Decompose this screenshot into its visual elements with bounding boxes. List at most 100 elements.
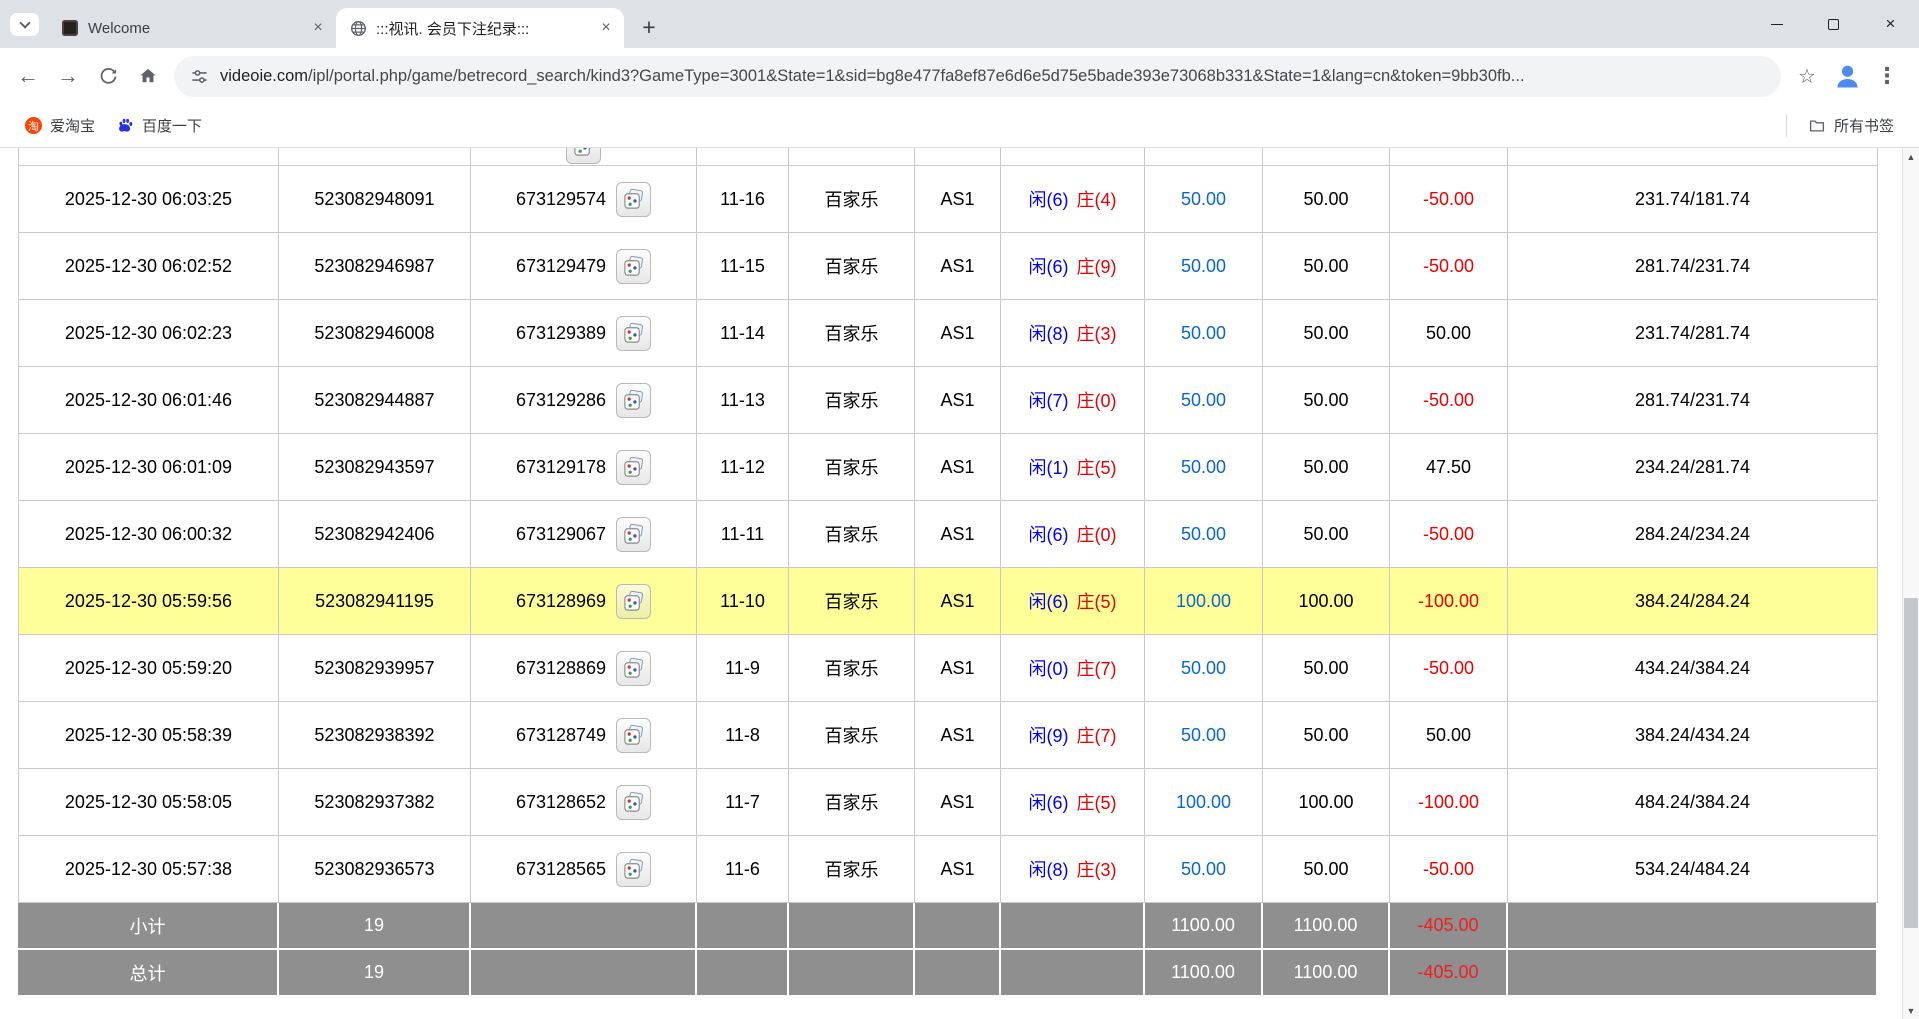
table-cell <box>789 148 915 165</box>
game-number: 673128969 <box>516 591 606 612</box>
site-settings-icon[interactable] <box>190 67 209 86</box>
dice-icon <box>622 456 645 479</box>
round-number: 11-15 <box>697 233 789 299</box>
balance: 534.24/484.24 <box>1508 836 1878 902</box>
bookmark-label: 爱淘宝 <box>50 115 95 136</box>
game-number: 673128565 <box>516 859 606 880</box>
game-number: 673128652 <box>516 792 606 813</box>
round-number: 11-8 <box>697 702 789 768</box>
summary-count: 19 <box>279 903 471 948</box>
game-name: 百家乐 <box>789 635 915 701</box>
game-detail-dice-button[interactable] <box>616 450 651 485</box>
game-detail-dice-button[interactable] <box>616 383 651 418</box>
balance: 231.74/181.74 <box>1508 166 1878 232</box>
game-detail-dice-button[interactable] <box>616 182 651 217</box>
all-bookmarks-button[interactable]: 所有书签 <box>1797 110 1905 141</box>
maximize-button[interactable] <box>1805 0 1862 48</box>
game-detail-dice-button[interactable] <box>616 852 651 887</box>
address-bar[interactable]: videoie.com/ipl/portal.php/game/betrecor… <box>174 56 1781 97</box>
balance: 434.24/384.24 <box>1508 635 1878 701</box>
round-number: 11-9 <box>697 635 789 701</box>
profile-avatar[interactable] <box>1827 56 1867 96</box>
game-name: 百家乐 <box>789 702 915 768</box>
game-number-cell <box>471 148 697 165</box>
bet-record-row: 2025-12-30 05:57:38523082936573673128565… <box>18 836 1878 903</box>
tab-betrecord[interactable]: :::视讯. 会员下注纪录::: × <box>336 8 624 48</box>
game-detail-dice-button[interactable] <box>616 316 651 351</box>
table-cell <box>1001 148 1145 165</box>
balance: 484.24/384.24 <box>1508 769 1878 835</box>
vertical-scrollbar[interactable]: ▲ ▼ <box>1902 148 1919 1019</box>
bet-time: 2025-12-30 05:58:05 <box>18 769 279 835</box>
game-detail-dice-button[interactable] <box>616 651 651 686</box>
menu-icon[interactable]: ⋮ <box>1867 56 1907 96</box>
dice-icon <box>622 255 645 278</box>
table-name: AS1 <box>915 702 1001 768</box>
game-result: 闲(7)庄(0) <box>1001 367 1145 433</box>
banker-result: 庄(3) <box>1077 856 1117 882</box>
order-number: 523082941195 <box>279 568 471 634</box>
back-button[interactable]: ← <box>8 56 48 96</box>
close-tab-icon[interactable]: × <box>596 18 616 38</box>
balance: 384.24/284.24 <box>1508 568 1878 634</box>
bet-amount: 50.00 <box>1145 367 1263 433</box>
game-number-cell: 673128565 <box>471 836 697 902</box>
close-window-button[interactable]: × <box>1862 0 1919 48</box>
bet-time: 2025-12-30 05:59:56 <box>18 568 279 634</box>
order-number: 523082944887 <box>279 367 471 433</box>
table-name: AS1 <box>915 434 1001 500</box>
game-name: 百家乐 <box>789 568 915 634</box>
game-detail-dice-button[interactable] <box>616 249 651 284</box>
window-controls: × <box>1748 0 1919 48</box>
table-cell <box>1508 148 1878 165</box>
game-number-cell: 673128969 <box>471 568 697 634</box>
new-tab-button[interactable]: + <box>634 12 664 42</box>
close-tab-icon[interactable]: × <box>308 18 328 38</box>
summary-label: 小计 <box>18 903 279 948</box>
bookmark-baidu[interactable]: 百度一下 <box>106 110 213 141</box>
home-button[interactable] <box>128 56 168 96</box>
bet-amount: 50.00 <box>1145 166 1263 232</box>
dice-icon <box>572 148 595 158</box>
forward-button[interactable]: → <box>48 56 88 96</box>
game-result: 闲(6)庄(4) <box>1001 166 1145 232</box>
summary-empty-cell <box>1508 950 1878 995</box>
game-detail-dice-button[interactable] <box>616 584 651 619</box>
tab-welcome[interactable]: Welcome × <box>48 8 336 48</box>
banker-result: 庄(5) <box>1077 588 1117 614</box>
win-loss: -50.00 <box>1390 367 1508 433</box>
scroll-up-icon[interactable]: ▲ <box>1903 148 1919 165</box>
banker-result: 庄(0) <box>1077 387 1117 413</box>
banker-result: 庄(4) <box>1077 186 1117 212</box>
bet-time: 2025-12-30 05:58:39 <box>18 702 279 768</box>
bookmark-star-icon[interactable]: ☆ <box>1787 56 1827 96</box>
game-detail-dice-button[interactable] <box>566 148 601 164</box>
summary-label: 总计 <box>18 950 279 995</box>
table-cell <box>279 148 471 165</box>
bet-record-row: 2025-12-30 06:03:25523082948091673129574… <box>18 166 1878 233</box>
refresh-button[interactable] <box>88 56 128 96</box>
valid-amount: 50.00 <box>1263 166 1390 232</box>
game-result: 闲(6)庄(0) <box>1001 501 1145 567</box>
game-detail-dice-button[interactable] <box>616 718 651 753</box>
bet-record-table: 2025-12-30 06:03:25523082948091673129574… <box>18 148 1878 997</box>
game-detail-dice-button[interactable] <box>616 785 651 820</box>
tab-search-button[interactable] <box>10 13 39 36</box>
dice-icon <box>622 724 645 747</box>
game-number: 673129178 <box>516 457 606 478</box>
win-loss: -100.00 <box>1390 769 1508 835</box>
summary-empty-cell <box>789 950 915 995</box>
summary-empty-cell <box>697 903 789 948</box>
scrollbar-thumb[interactable] <box>1904 598 1918 928</box>
minimize-button[interactable] <box>1748 0 1805 48</box>
game-number-cell: 673129067 <box>471 501 697 567</box>
chevron-down-icon <box>19 17 30 28</box>
valid-amount: 50.00 <box>1263 635 1390 701</box>
bookmark-aitaobao[interactable]: 淘 爱淘宝 <box>14 110 106 141</box>
balance: 231.74/281.74 <box>1508 300 1878 366</box>
banker-result: 庄(0) <box>1077 521 1117 547</box>
home-icon <box>137 65 159 87</box>
scroll-down-icon[interactable]: ▼ <box>1903 1002 1919 1019</box>
summary-empty-cell <box>915 950 1001 995</box>
game-detail-dice-button[interactable] <box>616 517 651 552</box>
